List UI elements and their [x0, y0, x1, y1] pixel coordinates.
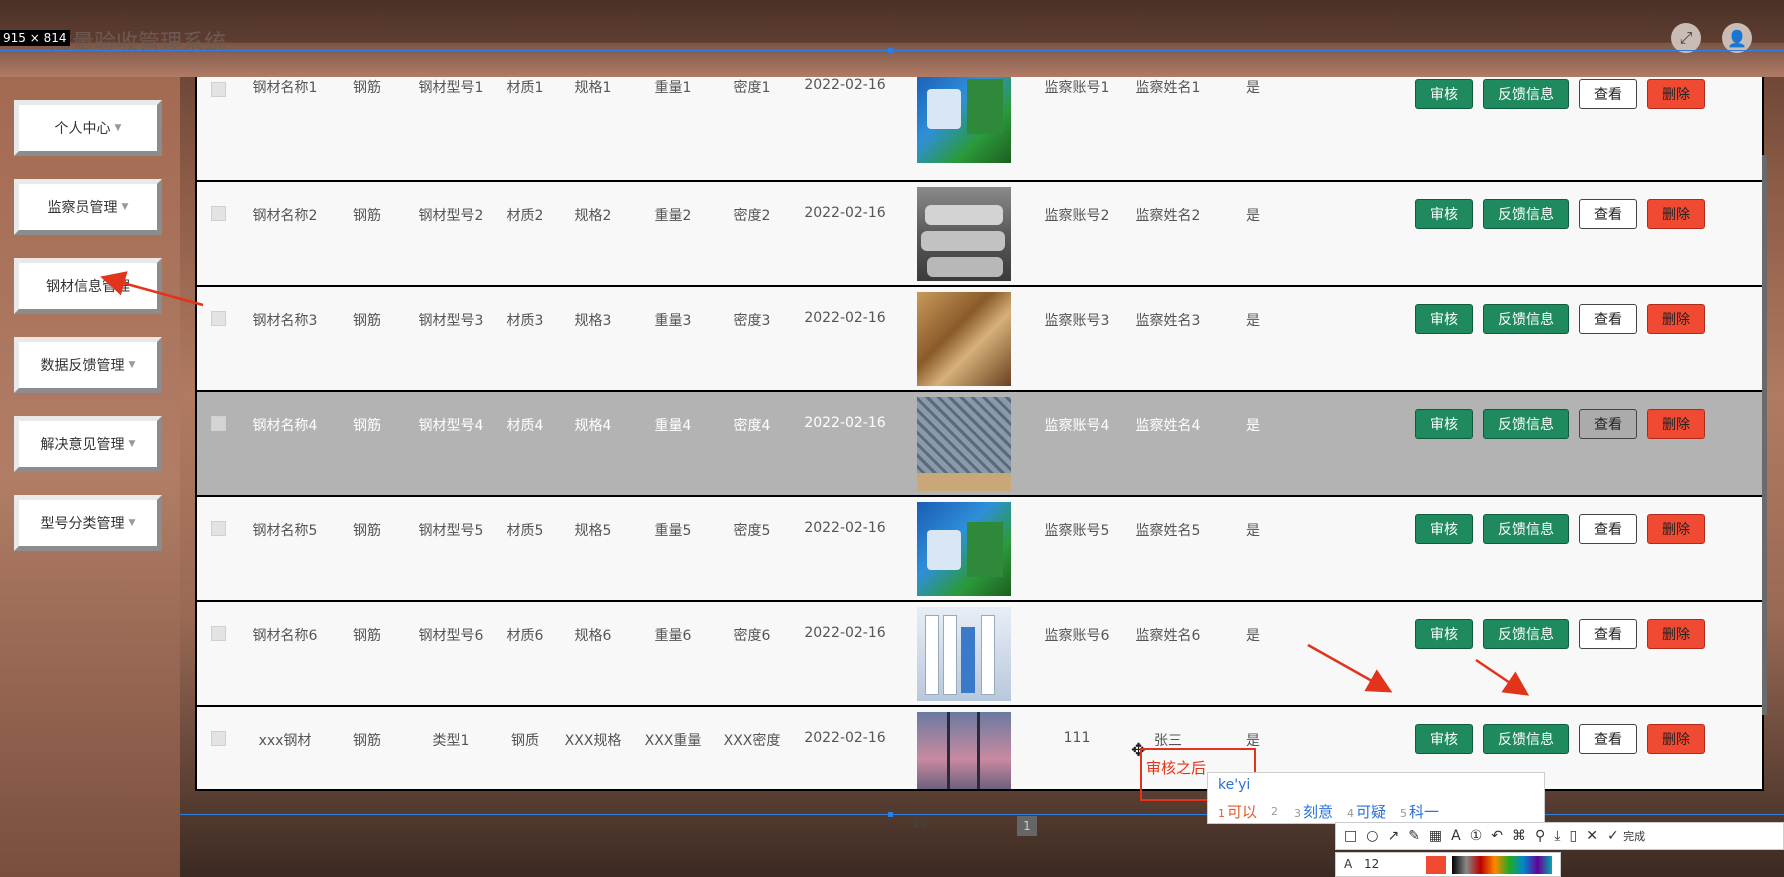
ime-candidate[interactable]: 4 可疑: [1347, 801, 1386, 822]
ime-candidate[interactable]: 5 科一: [1400, 801, 1439, 822]
color-palette[interactable]: [1452, 856, 1552, 874]
pen-tool-icon[interactable]: ✎: [1408, 828, 1420, 844]
arrow-tool-icon[interactable]: ↗: [1387, 828, 1399, 844]
number-tool-icon[interactable]: ①: [1470, 828, 1483, 844]
annotation-arrows: [100, 271, 1530, 696]
text-tool-icon[interactable]: A: [1451, 828, 1461, 844]
download-icon[interactable]: ⤓: [1554, 828, 1560, 844]
screenshot-toolbar: □ ○ ↗ ✎ ▦ A ① ↶ ⌘ ⚲ ⤓ ▯ ✕ ✓ 完成: [1335, 822, 1784, 850]
ime-candidate[interactable]: 2: [1271, 801, 1280, 822]
text-style-toolbar: A 12: [1335, 852, 1561, 877]
arrow-icon: [1475, 658, 1530, 696]
arrow-icon: [1307, 643, 1393, 693]
ocr-icon[interactable]: ⌘: [1512, 828, 1526, 844]
done-button[interactable]: ✓ 完成: [1607, 828, 1645, 844]
pin-icon[interactable]: ⚲: [1535, 828, 1545, 844]
annotation-text[interactable]: 审核之后: [1146, 757, 1206, 778]
ime-candidate-panel[interactable]: ke'yi 1 可以 2 3 刻意 4 可疑 5 科一: [1207, 772, 1545, 824]
save-icon[interactable]: ▯: [1570, 828, 1578, 844]
current-color-swatch[interactable]: [1426, 856, 1446, 874]
font-icon: A: [1344, 857, 1353, 871]
ime-input-text: ke'yi: [1218, 777, 1251, 793]
mosaic-tool-icon[interactable]: ▦: [1429, 828, 1442, 844]
ime-candidate[interactable]: 1 可以: [1218, 801, 1257, 822]
ime-candidate[interactable]: 3 刻意: [1294, 801, 1333, 822]
font-size-select[interactable]: 12: [1364, 857, 1379, 871]
rectangle-tool-icon[interactable]: □: [1344, 828, 1357, 844]
close-icon[interactable]: ✕: [1586, 828, 1598, 844]
arrow-icon: [100, 271, 204, 307]
ellipse-tool-icon[interactable]: ○: [1366, 828, 1378, 844]
undo-icon[interactable]: ↶: [1491, 828, 1503, 844]
